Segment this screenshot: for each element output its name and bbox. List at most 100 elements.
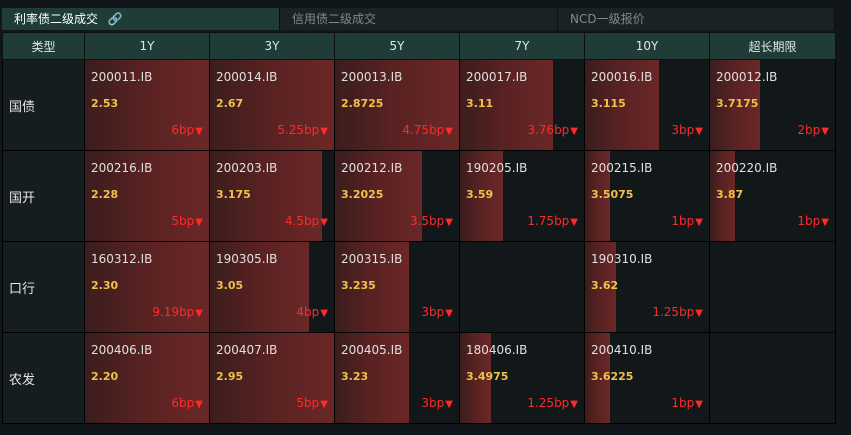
change-value: 5bp [171,214,195,228]
table-row: 国债 200011.IB 2.53 6bp▼ 200014.IB 2.67 5.25bp▼ 2… [2,59,836,151]
column-header-tenor: 7Y [459,32,585,60]
bond-code: 160312.IB [91,252,153,266]
triangle-down-icon: ▼ [695,308,703,319]
quote-cell[interactable]: 200406.IB 2.20 6bp▼ [84,332,210,424]
yield-value: 3.2025 [341,188,384,201]
triangle-down-icon: ▼ [821,217,829,228]
change-label: 4.75bp▼ [402,123,453,137]
triangle-down-icon: ▼ [695,126,703,137]
change-label: 5bp▼ [296,396,328,410]
change-label: 6bp▼ [171,123,203,137]
triangle-down-icon: ▼ [195,399,203,410]
yield-value: 3.59 [466,188,494,201]
bond-code: 200012.IB [716,70,778,84]
triangle-down-icon: ▼ [695,217,703,228]
yield-value: 2.28 [91,188,119,201]
bond-code: 200212.IB [341,161,403,175]
bond-code: 200406.IB [91,343,153,357]
change-value: 2bp [797,123,821,137]
quote-cell[interactable]: 200014.IB 2.67 5.25bp▼ [209,59,335,151]
change-label: 9.19bp▼ [152,305,203,319]
change-value: 5.25bp [277,123,320,137]
tab-ncd[interactable]: NCD一级报价 [558,8,835,30]
yield-value: 3.11 [466,97,494,110]
quote-cell [709,332,836,424]
tab-label: 信用债二级成交 [292,12,377,26]
quote-cell[interactable]: 200215.IB 3.5075 1bp▼ [584,150,710,242]
change-value: 3bp [421,396,445,410]
yield-value: 3.87 [716,188,744,201]
change-label: 4.5bp▼ [285,214,328,228]
quote-cell[interactable]: 200220.IB 3.87 1bp▼ [709,150,836,242]
quote-cell[interactable]: 160312.IB 2.30 9.19bp▼ [84,241,210,333]
row-type-label: 国开 [2,150,85,242]
quote-cell[interactable]: 200407.IB 2.95 5bp▼ [209,332,335,424]
change-label: 6bp▼ [171,396,203,410]
quote-cell[interactable]: 190205.IB 3.59 1.75bp▼ [459,150,585,242]
bond-code: 190305.IB [216,252,278,266]
change-label: 3.76bp▼ [527,123,578,137]
quote-cell[interactable]: 200315.IB 3.235 3bp▼ [334,241,460,333]
yield-value: 2.53 [91,97,119,110]
tab-credit-bond[interactable]: 信用债二级成交 [280,8,558,30]
triangle-down-icon: ▼ [320,308,328,319]
change-label: 1bp▼ [797,214,829,228]
column-header-tenor: 1Y [84,32,210,60]
bond-code: 200220.IB [716,161,778,175]
triangle-down-icon: ▼ [570,217,578,228]
yield-value: 3.4975 [466,370,509,383]
quote-cell [459,241,585,333]
tab-rate-bond[interactable]: 利率债二级成交 🔗 [2,8,280,30]
bond-code: 190205.IB [466,161,528,175]
tab-label: NCD一级报价 [570,12,645,26]
row-type-label: 国债 [2,59,85,151]
change-label: 1bp▼ [671,214,703,228]
triangle-down-icon: ▼ [320,126,328,137]
change-label: 1.25bp▼ [652,305,703,319]
table-row: 口行 160312.IB 2.30 9.19bp▼ 190305.IB 3.05 4bp▼ 2… [2,241,836,333]
yield-value: 3.235 [341,279,376,292]
triangle-down-icon: ▼ [445,217,453,228]
triangle-down-icon: ▼ [445,308,453,319]
quote-cell[interactable]: 200012.IB 3.7175 2bp▼ [709,59,836,151]
bond-code: 190310.IB [591,252,653,266]
rate-bond-panel: 利率债二级成交 🔗 信用债二级成交 NCD一级报价 类型 1Y 3Y 5Y 7Y 10Y 超… [0,0,851,435]
bond-code: 200011.IB [91,70,153,84]
change-value: 1.25bp [527,396,570,410]
link-icon[interactable]: 🔗 [108,8,123,30]
triangle-down-icon: ▼ [320,399,328,410]
quote-cell[interactable]: 200011.IB 2.53 6bp▼ [84,59,210,151]
quote-cell[interactable]: 200016.IB 3.115 3bp▼ [584,59,710,151]
change-value: 4.5bp [284,214,320,228]
quote-cell[interactable]: 200203.IB 3.175 4.5bp▼ [209,150,335,242]
yield-value: 3.115 [591,97,626,110]
quote-cell[interactable]: 200405.IB 3.23 3bp▼ [334,332,460,424]
change-value: 1bp [797,214,821,228]
triangle-down-icon: ▼ [195,126,203,137]
quote-cell[interactable]: 200017.IB 3.11 3.76bp▼ [459,59,585,151]
triangle-down-icon: ▼ [445,126,453,137]
yield-value: 2.95 [216,370,244,383]
triangle-down-icon: ▼ [821,126,829,137]
change-value: 1.75bp [527,214,570,228]
header-row: 类型 1Y 3Y 5Y 7Y 10Y 超长期限 [2,32,836,60]
triangle-down-icon: ▼ [445,399,453,410]
tab-label: 利率债二级成交 [14,12,99,26]
quote-cell[interactable]: 200212.IB 3.2025 3.5bp▼ [334,150,460,242]
quote-cell[interactable]: 190310.IB 3.62 1.25bp▼ [584,241,710,333]
change-label: 1bp▼ [671,396,703,410]
yield-value: 2.8725 [341,97,384,110]
quote-cell[interactable]: 180406.IB 3.4975 1.25bp▼ [459,332,585,424]
change-label: 3bp▼ [671,123,703,137]
column-header-tenor: 5Y [334,32,460,60]
quote-cell[interactable]: 200410.IB 3.6225 1bp▼ [584,332,710,424]
yield-value: 2.67 [216,97,244,110]
quote-cell[interactable]: 200013.IB 2.8725 4.75bp▼ [334,59,460,151]
bond-code: 200203.IB [216,161,278,175]
yield-value: 3.23 [341,370,369,383]
bond-code: 200407.IB [216,343,278,357]
quote-cell[interactable]: 190305.IB 3.05 4bp▼ [209,241,335,333]
row-type-label: 农发 [2,332,85,424]
change-label: 1.75bp▼ [527,214,578,228]
quote-cell[interactable]: 200216.IB 2.28 5bp▼ [84,150,210,242]
